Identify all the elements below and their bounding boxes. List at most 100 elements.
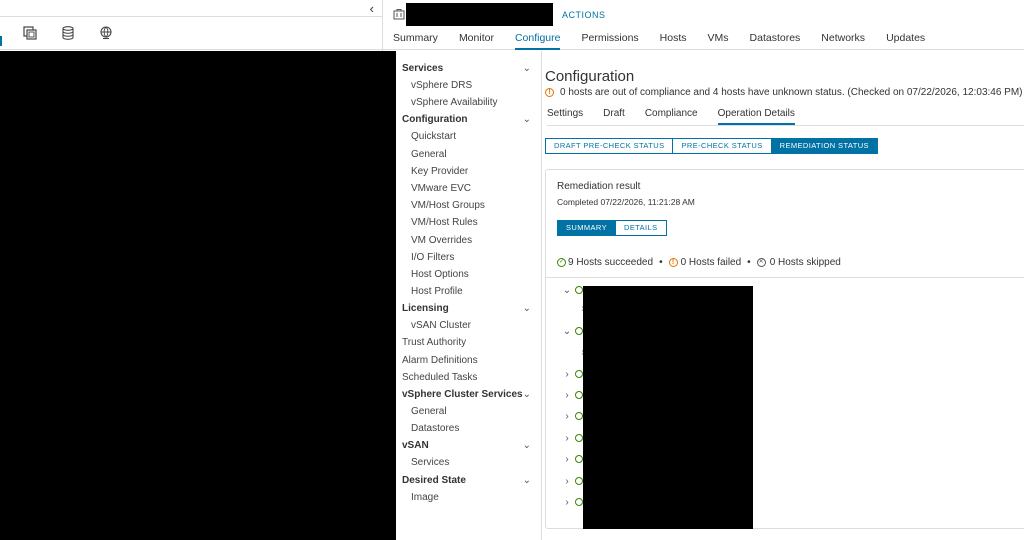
success-check-icon <box>575 370 583 378</box>
result-completed-time: Completed 07/22/2026, 11:21:28 AM <box>557 197 695 207</box>
nav-item-host-options[interactable]: Host Options <box>396 266 541 283</box>
redacted-object-name <box>406 3 553 26</box>
cluster-icon <box>393 8 405 23</box>
nav-item-scheduled-tasks[interactable]: Scheduled Tasks <box>396 369 541 386</box>
vms-templates-icon[interactable] <box>60 25 76 41</box>
collapse-pane-chevron-icon[interactable]: ‹ <box>370 1 374 16</box>
remediation-status-button[interactable]: REMEDIATION STATUS <box>771 138 878 154</box>
hosts-failed: 0 Hosts failed <box>680 257 742 268</box>
separator: • <box>747 257 751 268</box>
hosts-clusters-icon[interactable] <box>22 25 38 41</box>
tab-settings[interactable]: Settings <box>547 107 583 125</box>
tab-vms[interactable]: VMs <box>708 29 729 50</box>
success-check-icon <box>575 327 583 335</box>
chevron-down-icon[interactable]: ⌄ <box>562 326 572 337</box>
details-button[interactable]: DETAILS <box>616 220 667 236</box>
inventory-toolbar: ‹ <box>0 0 382 17</box>
nav-item-vsan-cluster[interactable]: vSAN Cluster <box>396 317 541 334</box>
nav-item-vsan-services[interactable]: Services <box>396 454 541 471</box>
status-button-group: DRAFT PRE-CHECK STATUS PRE-CHECK STATUS … <box>545 138 878 154</box>
tab-datastores[interactable]: Datastores <box>750 29 801 50</box>
tab-permissions[interactable]: Permissions <box>581 29 638 50</box>
draft-precheck-status-button[interactable]: DRAFT PRE-CHECK STATUS <box>545 138 674 154</box>
tab-operation-details[interactable]: Operation Details <box>717 107 795 125</box>
compliance-warning-text: 0 hosts are out of compliance and 4 host… <box>560 87 1023 98</box>
success-check-icon <box>575 434 583 442</box>
nav-section-vsan[interactable]: vSAN ⌄ <box>396 437 541 454</box>
chevron-down-icon: ⌄ <box>522 474 531 486</box>
success-check-icon: ✓ <box>557 258 566 267</box>
chevron-right-icon[interactable]: › <box>562 411 572 422</box>
nav-item-vm-host-rules[interactable]: VM/Host Rules <box>396 214 541 231</box>
nav-item-general[interactable]: General <box>396 146 541 163</box>
nav-item-image[interactable]: Image <box>396 489 541 506</box>
nav-section-services[interactable]: Services ⌄ <box>396 60 541 77</box>
nav-item-vm-overrides[interactable]: VM Overrides <box>396 232 541 249</box>
page-title: Configuration <box>545 68 635 85</box>
chevron-right-icon[interactable]: › <box>562 476 572 487</box>
tab-configure[interactable]: Configure <box>514 29 561 50</box>
nav-item-key-provider[interactable]: Key Provider <box>396 163 541 180</box>
redacted-host-names <box>583 286 753 529</box>
redacted-inventory-tree <box>0 51 396 540</box>
chevron-down-icon: ⌄ <box>522 114 531 126</box>
hosts-skipped: 0 Hosts skipped <box>769 257 841 268</box>
object-header: ACTIONS Summary Monitor Configure Permis… <box>383 0 1024 50</box>
nav-item-cluster-general[interactable]: General <box>396 403 541 420</box>
nav-item-trust-authority[interactable]: Trust Authority <box>396 334 541 351</box>
storage-icon[interactable] <box>98 25 114 41</box>
nav-section-configuration[interactable]: Configuration ⌄ <box>396 111 541 128</box>
hosts-succeeded: 9 Hosts succeeded <box>568 257 654 268</box>
tab-monitor[interactable]: Monitor <box>459 29 494 50</box>
nav-item-vmware-evc[interactable]: VMware EVC <box>396 180 541 197</box>
warning-icon: ! <box>668 258 678 267</box>
nav-item-host-profile[interactable]: Host Profile <box>396 283 541 300</box>
configure-side-nav: Services ⌄ vSphere DRS vSphere Availabili… <box>396 51 542 540</box>
nav-item-io-filters[interactable]: I/O Filters <box>396 249 541 266</box>
success-check-icon <box>575 455 583 463</box>
nav-item-vm-host-groups[interactable]: VM/Host Groups <box>396 197 541 214</box>
chevron-right-icon[interactable]: › <box>562 390 572 401</box>
success-check-icon <box>575 477 583 485</box>
nav-item-vsphere-drs[interactable]: vSphere DRS <box>396 77 541 94</box>
tab-networks[interactable]: Networks <box>821 29 865 50</box>
nav-section-licensing[interactable]: Licensing ⌄ <box>396 300 541 317</box>
compliance-warning: ! 0 hosts are out of compliance and 4 ho… <box>545 87 1023 98</box>
chevron-right-icon[interactable]: › <box>562 433 572 444</box>
chevron-right-icon[interactable]: › <box>562 454 572 465</box>
main-tabs: Summary Monitor Configure Permissions Ho… <box>393 29 946 50</box>
result-heading: Remediation result <box>557 181 641 192</box>
success-check-icon <box>575 498 583 506</box>
precheck-status-button[interactable]: PRE-CHECK STATUS <box>673 138 772 154</box>
nav-item-vsphere-availability[interactable]: vSphere Availability <box>396 94 541 111</box>
chevron-down-icon[interactable]: ⌄ <box>562 285 572 296</box>
warning-icon: ! <box>545 88 554 97</box>
chevron-right-icon[interactable]: › <box>562 369 572 380</box>
actions-menu-button[interactable]: ACTIONS <box>562 10 606 20</box>
tab-summary[interactable]: Summary <box>393 29 438 50</box>
chevron-down-icon: ⌄ <box>522 389 531 400</box>
chevron-right-icon[interactable]: › <box>562 497 572 508</box>
chevron-down-icon: ⌄ <box>522 440 531 452</box>
tab-hosts[interactable]: Hosts <box>660 29 687 50</box>
summary-button[interactable]: SUMMARY <box>557 220 616 236</box>
active-tab-indicator <box>0 36 2 46</box>
nav-section-cluster-services[interactable]: vSphere Cluster Services ⌄ <box>396 386 541 403</box>
result-view-toggle: SUMMARY DETAILS <box>557 220 667 236</box>
separator: • <box>659 257 663 268</box>
skipped-x-icon: ✕ <box>756 258 766 267</box>
nav-section-desired-state[interactable]: Desired State ⌄ <box>396 472 541 489</box>
tab-updates[interactable]: Updates <box>886 29 925 50</box>
nav-item-cluster-datastores[interactable]: Datastores <box>396 420 541 437</box>
sub-tabs: Settings Draft Compliance Operation Deta… <box>547 107 1024 126</box>
success-check-icon <box>575 412 583 420</box>
inventory-tabs <box>0 17 382 50</box>
configuration-content: Configuration ! 0 hosts are out of compl… <box>543 51 1024 540</box>
nav-item-alarm-definitions[interactable]: Alarm Definitions <box>396 352 541 369</box>
success-check-icon <box>575 286 583 294</box>
chevron-down-icon: ⌄ <box>522 303 531 315</box>
tab-compliance[interactable]: Compliance <box>645 107 698 125</box>
tab-draft[interactable]: Draft <box>603 107 625 125</box>
success-check-icon <box>575 391 583 399</box>
nav-item-quickstart[interactable]: Quickstart <box>396 128 541 145</box>
